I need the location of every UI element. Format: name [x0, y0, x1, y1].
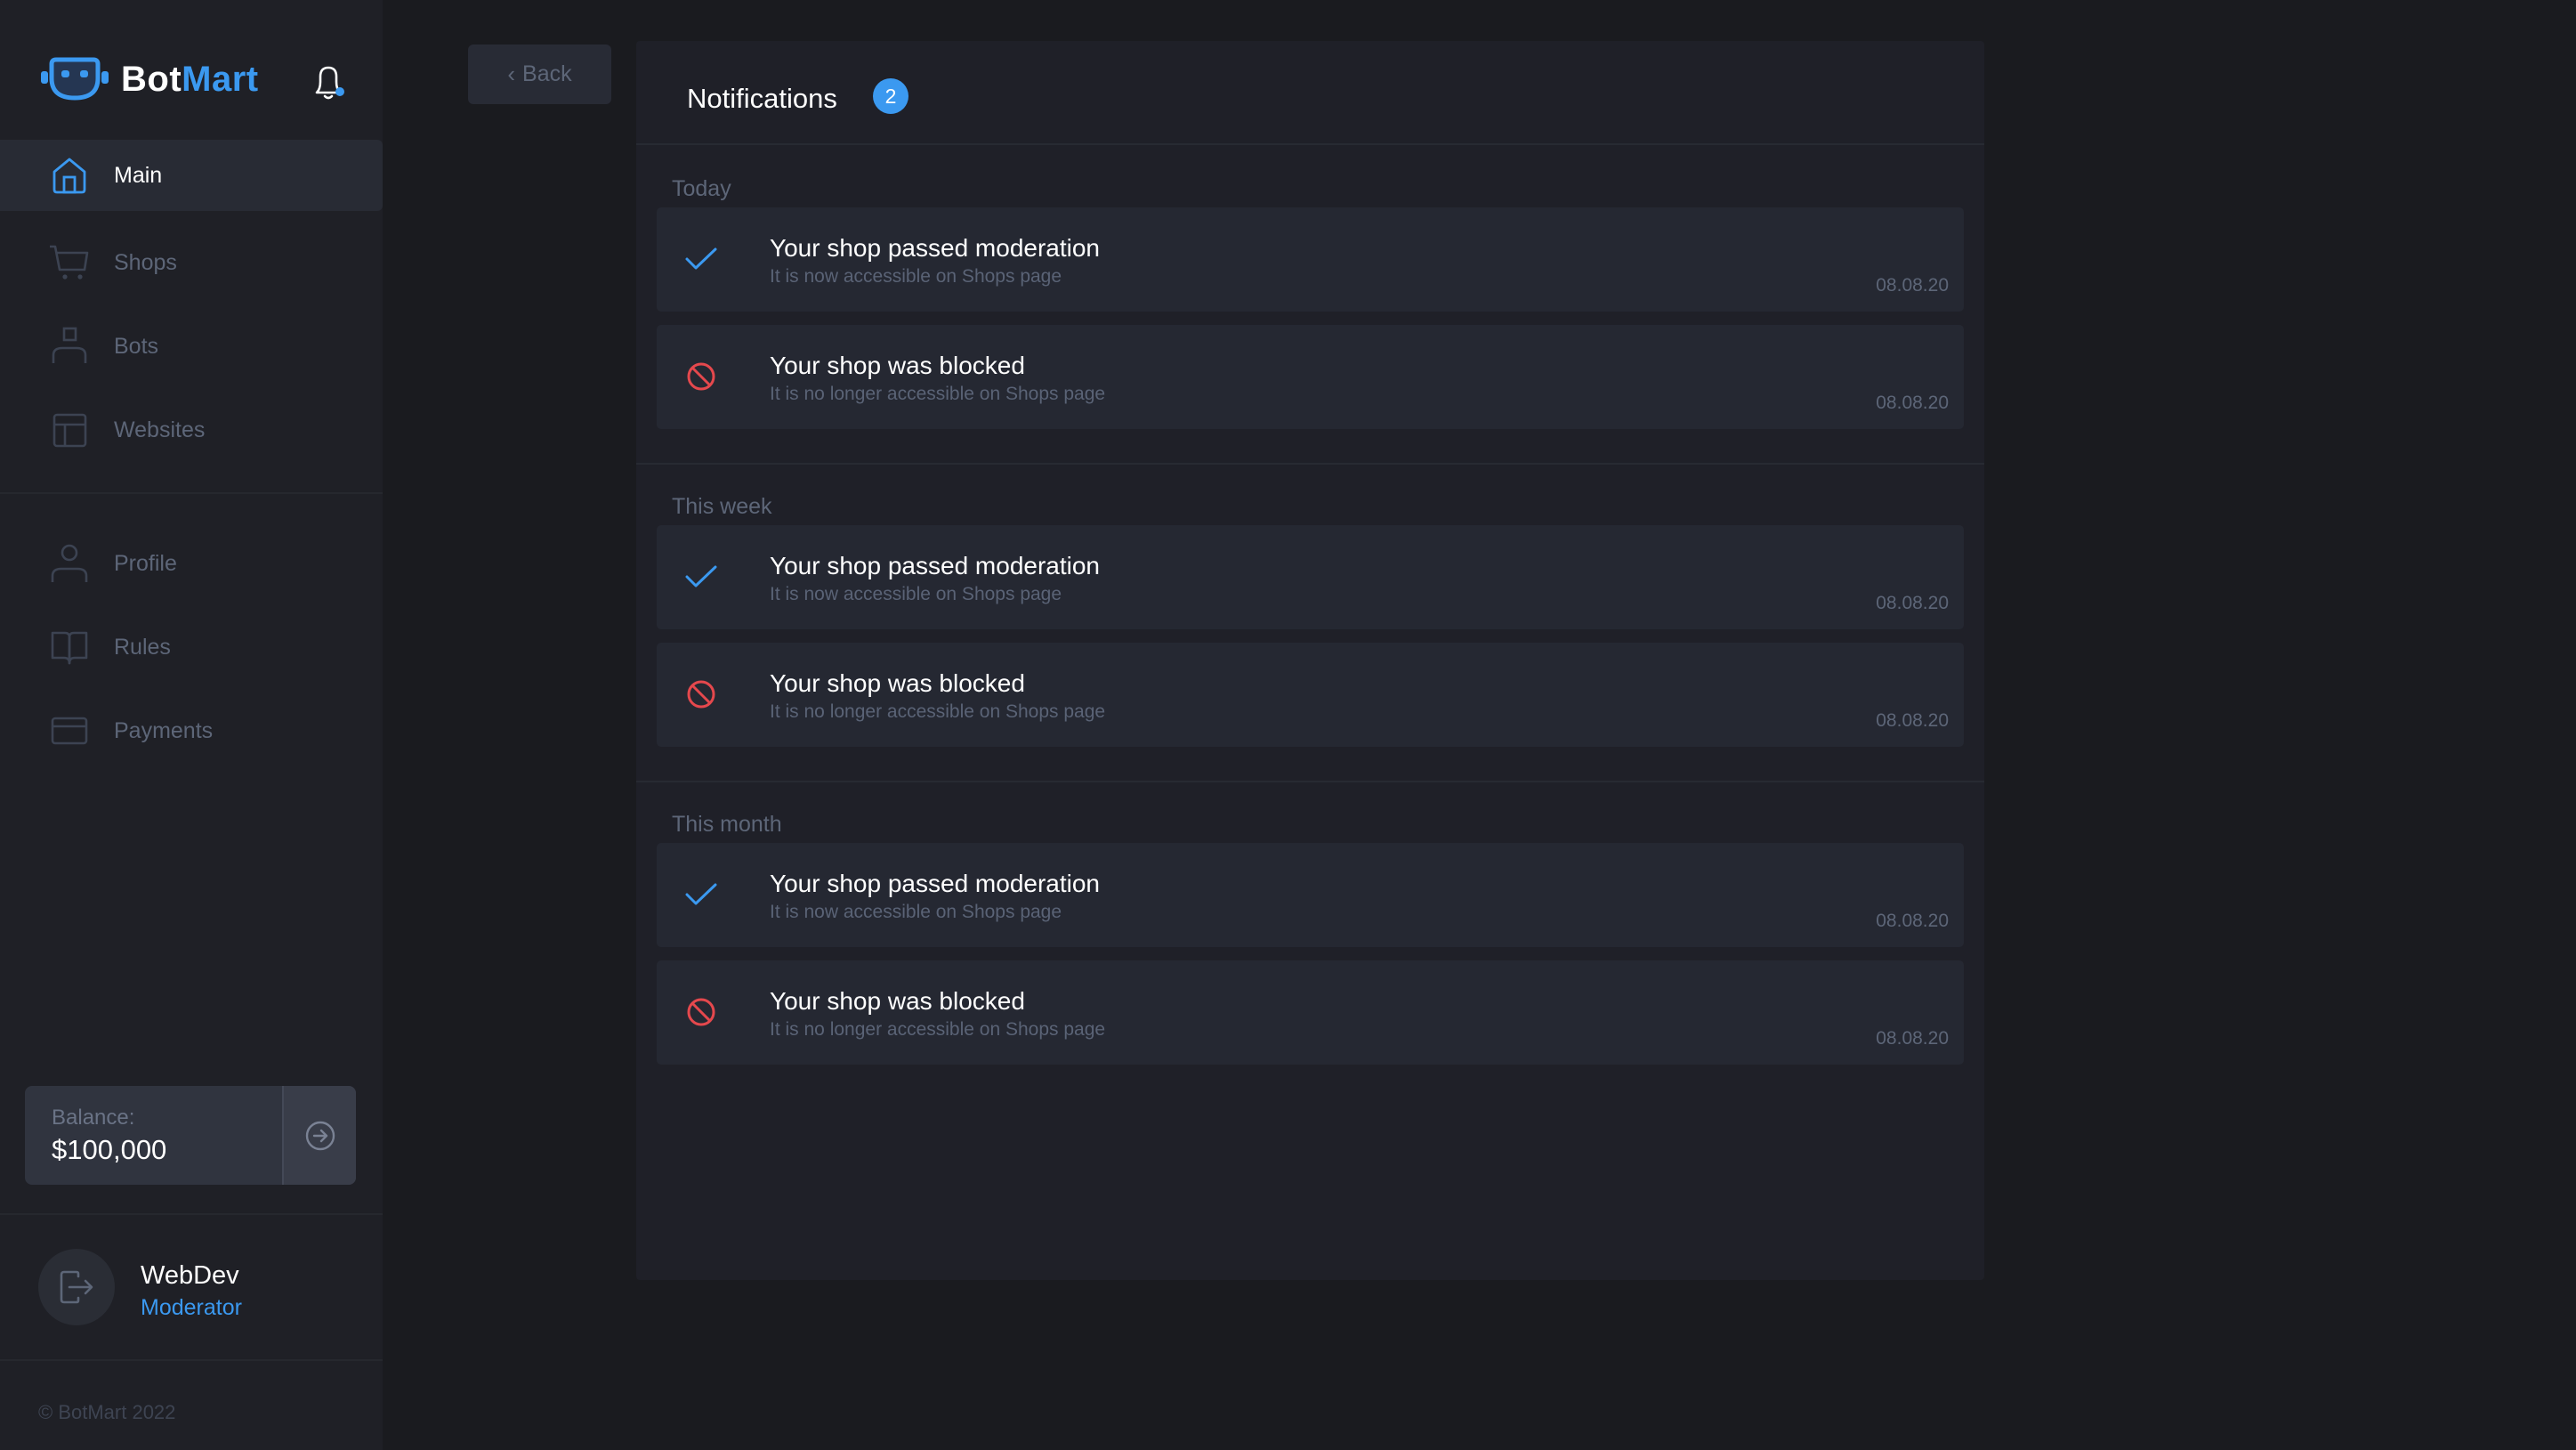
notification-subtitle: It is now accessible on Shops page: [770, 902, 1062, 922]
bell-icon: [315, 66, 344, 100]
sidebar-item-profile[interactable]: Profile: [0, 528, 383, 599]
user-icon: [51, 544, 88, 582]
sidebar-item-shops[interactable]: Shops: [0, 227, 383, 298]
notification-subtitle: It is now accessible on Shops page: [770, 266, 1062, 287]
notifications-panel: Notifications 2 Today Your shop passed mo…: [636, 41, 1984, 1280]
notification-card[interactable]: Your shop was blocked It is no longer acc…: [657, 325, 1964, 429]
user-role: Moderator: [141, 1295, 242, 1320]
layout-icon: [52, 413, 87, 448]
sidebar-item-label: Websites: [114, 417, 206, 442]
logout-icon: [60, 1270, 93, 1304]
notification-title: Your shop was blocked: [770, 352, 1025, 379]
copyright: © BotMart 2022: [38, 1401, 176, 1423]
notification-date: 08.08.20: [1876, 593, 1949, 613]
blocked-icon: [683, 676, 719, 712]
brand-logo[interactable]: BotMart: [41, 57, 259, 101]
sidebar-item-label: Rules: [114, 634, 171, 660]
notification-subtitle: It is now accessible on Shops page: [770, 584, 1062, 604]
chevron-left-icon: ‹: [507, 61, 516, 87]
cart-icon: [50, 245, 89, 279]
back-button-label: Back: [522, 61, 572, 86]
check-icon: [683, 241, 719, 277]
balance-topup-button[interactable]: [282, 1086, 356, 1185]
unread-count-badge: 2: [873, 78, 908, 114]
blocked-icon: [683, 359, 719, 394]
arrow-right-circle-icon: [305, 1121, 335, 1150]
notification-date: 08.08.20: [1876, 275, 1949, 296]
notification-date: 08.08.20: [1876, 393, 1949, 413]
notification-card[interactable]: Your shop passed moderation It is now acc…: [657, 843, 1964, 947]
sidebar-item-rules[interactable]: Rules: [0, 612, 383, 683]
section-divider: [636, 463, 1984, 465]
unread-dot: [335, 87, 344, 96]
sidebar-divider: [0, 1213, 383, 1215]
notification-title: Your shop passed moderation: [770, 552, 1100, 579]
home-icon: [52, 158, 86, 194]
panel-header: Notifications 2: [636, 41, 1984, 145]
section-label: This week: [672, 494, 772, 519]
notification-card[interactable]: Your shop was blocked It is no longer acc…: [657, 643, 1964, 747]
notification-title: Your shop was blocked: [770, 987, 1025, 1015]
sidebar-item-bots[interactable]: Bots: [0, 311, 383, 382]
notifications-bell-button[interactable]: [310, 62, 347, 103]
sidebar-item-label: Payments: [114, 717, 214, 743]
check-icon: [683, 877, 719, 912]
section-label: This month: [672, 812, 782, 837]
notification-date: 08.08.20: [1876, 911, 1949, 931]
notification-subtitle: It is no longer accessible on Shops page: [770, 384, 1106, 404]
sidebar: BotMart Main Shops Bots Websites Profile…: [0, 0, 383, 1450]
user-name: WebDev: [141, 1261, 239, 1290]
check-icon: [683, 559, 719, 595]
robot-logo-icon: [41, 57, 109, 101]
sidebar-divider: [0, 1359, 383, 1361]
blocked-icon: [683, 994, 719, 1030]
balance-value: $100,000: [52, 1134, 167, 1165]
sidebar-item-label: Shops: [114, 249, 177, 275]
logout-button[interactable]: [38, 1249, 115, 1325]
page-title: Notifications: [687, 83, 837, 114]
brand-name-bot: Bot: [121, 59, 182, 99]
sidebar-item-payments[interactable]: Payments: [0, 695, 383, 766]
book-icon: [51, 631, 88, 665]
sidebar-item-label: Bots: [114, 333, 159, 359]
balance-widget: Balance: $100,000: [25, 1086, 356, 1185]
section-label: Today: [672, 176, 731, 201]
sidebar-item-label: Main: [114, 162, 163, 188]
sidebar-item-websites[interactable]: Websites: [0, 394, 383, 466]
notification-date: 08.08.20: [1876, 710, 1949, 731]
notification-subtitle: It is no longer accessible on Shops page: [770, 701, 1106, 722]
card-icon: [51, 717, 88, 745]
notification-title: Your shop was blocked: [770, 669, 1025, 697]
sidebar-item-main[interactable]: Main: [0, 140, 383, 211]
notification-title: Your shop passed moderation: [770, 234, 1100, 262]
notification-card[interactable]: Your shop was blocked It is no longer acc…: [657, 960, 1964, 1065]
back-button[interactable]: ‹ Back: [468, 45, 611, 104]
notification-card[interactable]: Your shop passed moderation It is now acc…: [657, 207, 1964, 312]
notification-card[interactable]: Your shop passed moderation It is now acc…: [657, 525, 1964, 629]
notification-date: 08.08.20: [1876, 1028, 1949, 1049]
balance-label: Balance:: [52, 1106, 135, 1130]
brand-name-mart: Mart: [182, 59, 259, 99]
sidebar-divider: [0, 492, 383, 494]
notification-subtitle: It is no longer accessible on Shops page: [770, 1019, 1106, 1040]
sidebar-item-label: Profile: [114, 550, 177, 576]
bot-user-icon: [52, 327, 87, 363]
brand-name: BotMart: [121, 60, 259, 100]
notification-title: Your shop passed moderation: [770, 870, 1100, 897]
section-divider: [636, 781, 1984, 782]
